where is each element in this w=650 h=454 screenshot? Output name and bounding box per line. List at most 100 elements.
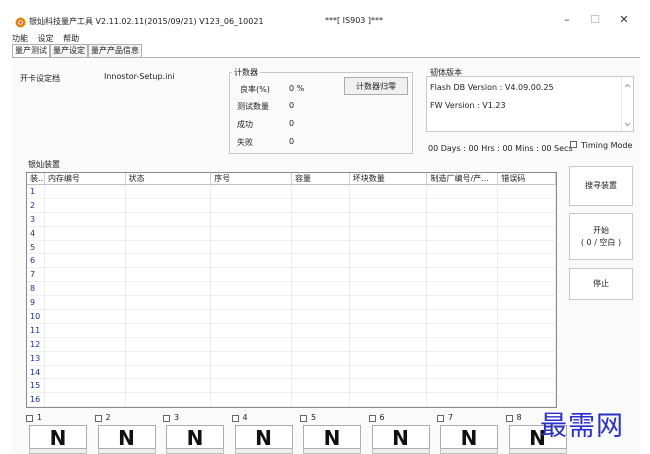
table-cell — [211, 393, 292, 407]
port-2: 2N — [94, 413, 159, 454]
table-cell — [45, 282, 126, 296]
table-cell — [350, 379, 428, 393]
table-cell — [498, 268, 556, 282]
menu-settings[interactable]: 设定 — [38, 34, 54, 43]
menu-help[interactable]: 帮助 — [63, 34, 79, 43]
table-row[interactable]: 1 — [27, 185, 556, 199]
port-checkbox[interactable] — [26, 415, 33, 422]
table-cell — [126, 393, 212, 407]
table-row[interactable]: 5 — [27, 240, 556, 255]
timing-mode-label: Timing Mode — [581, 141, 633, 150]
table-cell — [126, 212, 212, 226]
table-cell — [211, 212, 292, 226]
table-cell — [211, 268, 292, 282]
table-cell — [211, 282, 292, 296]
menu-bar: 功能 设定 帮助 — [12, 33, 86, 44]
yield-label: 良率(%) — [240, 85, 270, 94]
tab-product-info[interactable]: 量产产品信息 — [88, 44, 142, 57]
table-cell — [350, 268, 428, 282]
port-checkbox[interactable] — [368, 415, 376, 422]
table-row[interactable]: 6 — [27, 254, 556, 269]
port-checkbox[interactable] — [437, 415, 444, 422]
start-button[interactable]: 开始 ( 0 / 空白 ) — [569, 213, 633, 260]
port-status-button[interactable]: N — [234, 425, 293, 450]
col-bad-blocks[interactable]: 坏块数量 — [350, 173, 428, 185]
table-row[interactable]: 15 — [27, 379, 556, 394]
table-cell — [126, 337, 212, 351]
port-status-button[interactable]: N — [440, 425, 498, 450]
table-cell — [45, 240, 126, 254]
port-progress-bar — [371, 449, 430, 454]
firmware-scrollbar[interactable] — [621, 77, 633, 131]
table-cell — [498, 365, 556, 379]
table-cell — [498, 198, 556, 212]
table-cell — [427, 296, 499, 310]
col-serial[interactable]: 序号 — [211, 173, 292, 185]
port-checkbox[interactable] — [94, 415, 102, 422]
table-row[interactable]: 10 — [27, 310, 556, 324]
table-cell — [211, 296, 292, 310]
success-value: 0 — [289, 119, 295, 128]
table-cell — [498, 337, 556, 351]
port-strip: 1N2N3N4N5N6N7N8N — [26, 413, 567, 454]
table-row[interactable]: 2 — [27, 198, 556, 213]
port-status-button[interactable]: N — [371, 425, 430, 450]
col-memory-id[interactable]: 内存编号 — [45, 173, 126, 185]
table-row[interactable]: 12 — [27, 337, 556, 352]
table-cell — [292, 393, 350, 407]
reset-counter-button[interactable]: 计数器归零 — [344, 77, 408, 95]
table-cell — [45, 254, 126, 268]
start-sub-label: ( 0 / 空白 ) — [580, 237, 622, 247]
port-progress-bar — [29, 449, 87, 454]
port-status-button[interactable]: N — [303, 425, 361, 450]
row-number: 10 — [27, 310, 45, 324]
table-row[interactable]: 7 — [27, 268, 556, 283]
table-row[interactable]: 11 — [27, 323, 556, 338]
table-row[interactable]: 16 — [27, 393, 556, 407]
table-row[interactable]: 3 — [27, 212, 556, 227]
col-capacity[interactable]: 容量 — [292, 173, 350, 185]
stop-button[interactable]: 停止 — [569, 268, 633, 300]
tab-production-settings[interactable]: 量产设定 — [50, 44, 88, 57]
table-cell — [211, 379, 292, 393]
table-cell — [126, 310, 212, 324]
table-cell — [211, 365, 292, 379]
scroll-arrows-icon — [624, 83, 631, 127]
col-error-code[interactable]: 错误码 — [498, 173, 556, 185]
col-manufacturer[interactable]: 制造厂编号/产... — [427, 173, 499, 185]
table-cell — [498, 282, 556, 296]
close-button[interactable]: ✕ — [614, 12, 634, 28]
menu-function[interactable]: 功能 — [12, 34, 28, 43]
table-cell — [45, 268, 126, 282]
table-row[interactable]: 9 — [27, 296, 556, 311]
port-checkbox[interactable] — [231, 415, 239, 422]
table-cell — [126, 365, 212, 379]
search-device-button[interactable]: 搜寻装置 — [569, 166, 633, 206]
table-cell — [427, 365, 499, 379]
table-row[interactable]: 4 — [27, 226, 556, 241]
table-cell — [292, 185, 350, 198]
minimize-button[interactable]: – — [557, 12, 577, 28]
table-cell — [126, 240, 212, 254]
port-status-button[interactable]: N — [166, 425, 224, 450]
table-row[interactable]: 8 — [27, 282, 556, 297]
col-status[interactable]: 状态 — [126, 173, 212, 185]
port-checkbox[interactable] — [300, 415, 307, 422]
port-status-button[interactable]: N — [29, 425, 87, 450]
row-number: 1 — [27, 185, 45, 198]
success-label: 成功 — [237, 120, 253, 129]
table-row[interactable]: 14 — [27, 365, 556, 380]
table-cell — [350, 226, 428, 240]
tab-production-test[interactable]: 量产测试 — [12, 44, 50, 57]
port-progress-bar — [303, 449, 361, 454]
maximize-button[interactable]: ☐ — [585, 12, 605, 28]
table-cell — [350, 365, 428, 379]
port-progress-bar — [166, 449, 224, 454]
port-checkbox[interactable] — [163, 415, 170, 422]
timing-mode-checkbox[interactable] — [570, 141, 577, 148]
start-label: 开始 — [593, 225, 609, 235]
port-checkbox[interactable] — [505, 415, 513, 422]
table-row[interactable]: 13 — [27, 351, 556, 366]
port-status-button[interactable]: N — [97, 425, 156, 450]
col-device[interactable]: 装... — [27, 173, 45, 185]
